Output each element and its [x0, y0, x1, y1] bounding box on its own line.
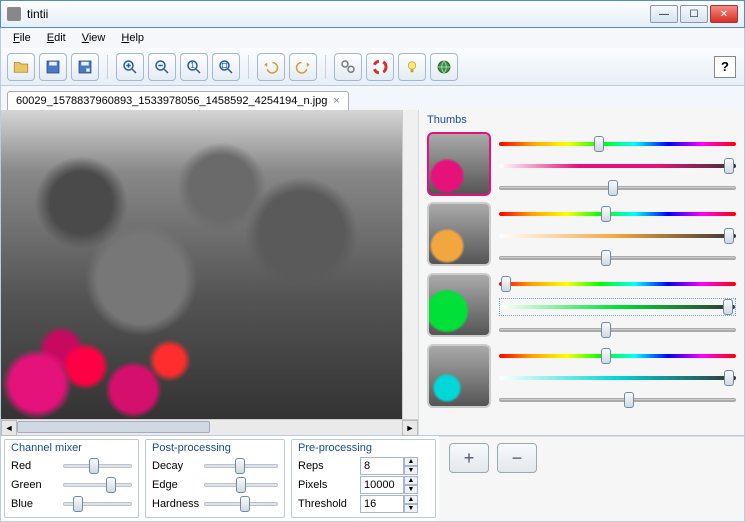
- channel-mixer-title: Channel mixer: [11, 442, 132, 454]
- saturation-slider[interactable]: [499, 158, 736, 174]
- tab-close-icon[interactable]: ×: [333, 95, 339, 107]
- threshold-input[interactable]: [360, 495, 404, 513]
- zoom-in-button[interactable]: [116, 53, 144, 81]
- bottom-right-pane: + −: [439, 436, 744, 521]
- menu-view[interactable]: View: [74, 30, 114, 46]
- blue-label: Blue: [11, 498, 57, 510]
- pixels-spin-up[interactable]: ▲: [404, 476, 418, 485]
- thumb-row: [427, 344, 736, 408]
- red-slider[interactable]: [63, 459, 132, 473]
- menu-file[interactable]: File: [5, 30, 39, 46]
- red-label: Red: [11, 460, 57, 472]
- open-button[interactable]: [7, 53, 35, 81]
- menu-help[interactable]: Help: [113, 30, 152, 46]
- menu-edit[interactable]: Edit: [39, 30, 74, 46]
- threshold-spin-down[interactable]: ▼: [404, 504, 418, 513]
- image-canvas[interactable]: [1, 110, 402, 419]
- lightness-slider[interactable]: [499, 322, 736, 338]
- green-label: Green: [11, 479, 57, 491]
- pixels-label: Pixels: [298, 479, 354, 491]
- zoom-100-button[interactable]: [212, 53, 240, 81]
- window-title: tintii: [27, 7, 650, 21]
- lightness-slider[interactable]: [499, 180, 736, 196]
- blue-slider[interactable]: [63, 497, 132, 511]
- green-slider[interactable]: [63, 478, 132, 492]
- close-button[interactable]: ✕: [710, 5, 738, 23]
- settings-button[interactable]: [334, 53, 362, 81]
- hue-slider[interactable]: [499, 276, 736, 292]
- remove-thumb-button[interactable]: −: [497, 443, 537, 473]
- hue-slider[interactable]: [499, 136, 736, 152]
- add-thumb-button[interactable]: +: [449, 443, 489, 473]
- window-titlebar: tintii — ☐ ✕: [0, 0, 745, 28]
- pixels-spin-down[interactable]: ▼: [404, 485, 418, 494]
- hue-slider[interactable]: [499, 206, 736, 222]
- idea-button[interactable]: [398, 53, 426, 81]
- pixels-input[interactable]: [360, 476, 404, 494]
- saturation-slider[interactable]: [499, 370, 736, 386]
- saturation-slider[interactable]: [499, 228, 736, 244]
- pre-processing-title: Pre-processing: [298, 442, 429, 454]
- saveas-button[interactable]: [71, 53, 99, 81]
- saturation-slider[interactable]: [499, 298, 736, 316]
- thumb-row: [427, 272, 736, 338]
- minimize-button[interactable]: —: [650, 5, 678, 23]
- threshold-spin-up[interactable]: ▲: [404, 495, 418, 504]
- save-button[interactable]: [39, 53, 67, 81]
- scroll-right-arrow[interactable]: ►: [402, 420, 418, 436]
- globe-button[interactable]: [430, 53, 458, 81]
- reps-input[interactable]: [360, 457, 404, 475]
- thumb-pink[interactable]: [427, 132, 491, 196]
- undo-button[interactable]: [257, 53, 285, 81]
- reps-spin-up[interactable]: ▲: [404, 457, 418, 466]
- redo-button[interactable]: [289, 53, 317, 81]
- toolbar: 1 ?: [0, 48, 745, 86]
- pre-processing-group: Pre-processing Reps▲▼ Pixels▲▼ Threshold…: [291, 439, 436, 518]
- lightness-slider[interactable]: [499, 250, 736, 266]
- scroll-left-arrow[interactable]: ◄: [1, 420, 17, 436]
- document-tabstrip: 60029_1578837960893_1533978056_1458592_4…: [0, 86, 745, 110]
- decay-label: Decay: [152, 460, 198, 472]
- post-processing-group: Post-processing Decay Edge Hardness: [145, 439, 285, 518]
- reps-spin-down[interactable]: ▼: [404, 466, 418, 475]
- hue-slider[interactable]: [499, 348, 736, 364]
- decay-slider[interactable]: [204, 459, 278, 473]
- thumbs-panel-title: Thumbs: [419, 110, 744, 128]
- zoom-fit-button[interactable]: 1: [180, 53, 208, 81]
- threshold-label: Threshold: [298, 498, 354, 510]
- edge-slider[interactable]: [204, 478, 278, 492]
- thumb-orange[interactable]: [427, 202, 491, 266]
- zoom-out-button[interactable]: [148, 53, 176, 81]
- app-icon: [7, 7, 21, 21]
- scroll-thumb[interactable]: [17, 421, 210, 433]
- menu-bar: File Edit View Help: [0, 28, 745, 48]
- lightness-slider[interactable]: [499, 392, 736, 408]
- horizontal-scrollbar[interactable]: ◄ ►: [1, 419, 418, 435]
- thumb-row: [427, 202, 736, 266]
- post-processing-title: Post-processing: [152, 442, 278, 454]
- document-tab[interactable]: 60029_1578837960893_1533978056_1458592_4…: [7, 91, 349, 110]
- lifebuoy-button[interactable]: [366, 53, 394, 81]
- thumb-row: [427, 132, 736, 196]
- hardness-label: Hardness: [152, 498, 198, 510]
- thumbs-list: [419, 128, 744, 435]
- hardness-slider[interactable]: [204, 497, 278, 511]
- channel-mixer-group: Channel mixer Red Green Blue: [4, 439, 139, 518]
- edge-label: Edge: [152, 479, 198, 491]
- tab-filename: 60029_1578837960893_1533978056_1458592_4…: [16, 95, 327, 107]
- svg-text:1: 1: [190, 60, 195, 69]
- reps-label: Reps: [298, 460, 354, 472]
- context-help-button[interactable]: ?: [714, 56, 736, 78]
- vertical-scrollbar[interactable]: [402, 110, 418, 419]
- thumb-cyan[interactable]: [427, 344, 491, 408]
- maximize-button[interactable]: ☐: [680, 5, 708, 23]
- thumb-green[interactable]: [427, 273, 491, 337]
